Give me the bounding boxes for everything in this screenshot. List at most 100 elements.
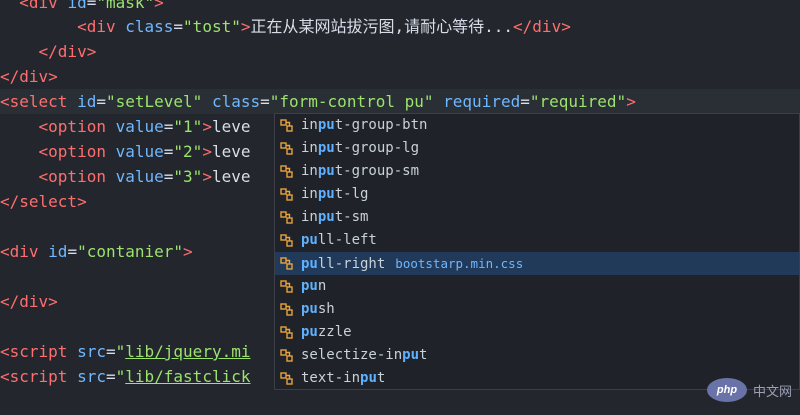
token-tag: > [202,142,212,161]
suggestion-item[interactable]: pull-right bootstarp.min.css [275,252,799,275]
suggestion-label: input-group-sm [301,160,419,183]
token-tag: <script [0,367,78,386]
token-str: "required" [529,92,627,111]
token-tag: </select> [0,192,87,211]
token-tag: <div [19,0,68,12]
token-txt: = [163,117,174,136]
token-attr: id [67,0,87,12]
token-str: "setLevel" [105,92,203,111]
label-suffix: t-group-btn [334,117,428,133]
token-attr: src [77,342,106,361]
suggestion-label: text-input [301,367,385,389]
suggestion-item[interactable]: selectize-input [275,344,799,367]
token-attr: id [48,242,68,261]
token-attr: value [115,117,164,136]
label-suffix: t-group-lg [334,140,420,156]
label-suffix: sh [317,301,335,317]
suggestion-item[interactable]: input-sm [275,206,799,229]
token-str: "contanier" [77,242,184,261]
label-match: pu [301,232,318,248]
token-str: " [115,342,126,361]
token-tag: <option [38,117,116,136]
code-line[interactable]: <div class="tost">正在从某网站拔污图,请耐心等待...</di… [0,14,800,39]
token-str: "tost" [183,17,241,36]
label-prefix: selectize-in [301,347,403,363]
label-suffix: t [419,347,428,363]
class-symbol-icon [280,303,293,316]
suggestion-item[interactable]: pull-left [275,229,799,252]
class-symbol-icon [280,257,293,270]
token-txt: = [260,92,270,111]
token-tag: > [183,242,193,261]
token-tag: > [154,0,164,12]
token-txt: leve [211,142,251,161]
suggestion-item[interactable]: input-lg [275,183,799,206]
token-tag: <div [77,17,126,36]
token-txt: leve [211,117,251,136]
class-symbol-icon [280,326,293,339]
token-txt: = [86,0,97,12]
token-attr: src [77,367,106,386]
token-attr: required [443,92,521,111]
suggestion-label: input-sm [301,206,368,229]
token-txt: = [163,142,174,161]
token-txt: = [105,367,116,386]
suggestion-label: pull-right bootstarp.min.css [301,252,523,276]
label-match: pu [317,140,335,156]
token-tag: <script [0,342,78,361]
label-match: pu [317,117,335,133]
label-prefix: in [301,117,318,133]
token-tag: > [202,117,212,136]
class-symbol-icon [280,119,293,132]
suggestion-label: input-lg [301,183,368,206]
token-tag: > [202,167,212,186]
label-suffix: t-group-sm [334,163,420,179]
token-tag: </div> [513,17,571,36]
code-line[interactable]: <div id="mask"> [0,0,800,15]
autocomplete-suggestions[interactable]: input-group-btn input-group-lg input-group… [274,113,800,390]
token-tag: > [626,92,636,111]
suggestion-item[interactable]: input-group-sm [275,160,799,183]
class-symbol-icon [280,372,293,385]
label-match: pu [360,370,377,386]
label-prefix: in [301,163,318,179]
class-symbol-icon [280,142,293,155]
token-tag: </div> [38,42,97,61]
suggestion-label: pull-left [301,229,377,252]
suggestion-item[interactable]: input-group-btn [275,114,799,137]
code-line[interactable]: <select id="setLevel" class="form-contro… [0,89,800,114]
token-tag: <option [38,167,116,186]
label-match: pu [317,209,335,225]
token-txt: leve [211,167,251,186]
token-str: " [115,367,126,386]
token-txt: = [67,242,78,261]
token-tag: </div> [0,67,58,86]
class-symbol-icon [280,165,293,178]
label-suffix: zzle [317,324,352,340]
suggestion-label: input-group-btn [301,114,427,137]
code-line[interactable]: </div> [0,64,800,89]
label-suffix: t-sm [334,209,369,225]
suggestion-item[interactable]: push [275,298,799,321]
label-suffix: t-lg [334,186,369,202]
token-attr: id [77,92,97,111]
suggestion-label: selectize-input [301,344,427,367]
suggestion-item[interactable]: pun [275,275,799,298]
token-str: "2" [173,142,203,161]
label-suffix: n [317,278,327,294]
label-prefix: text-in [301,370,361,386]
suggestion-label: push [301,298,335,321]
suggestion-item[interactable]: input-group-lg [275,137,799,160]
code-line[interactable]: </div> [0,39,800,64]
label-match: pu [317,163,335,179]
suggestion-item[interactable]: puzzle [275,321,799,344]
class-symbol-icon [280,211,293,224]
class-symbol-icon [280,349,293,362]
suggestion-label: pun [301,275,326,298]
